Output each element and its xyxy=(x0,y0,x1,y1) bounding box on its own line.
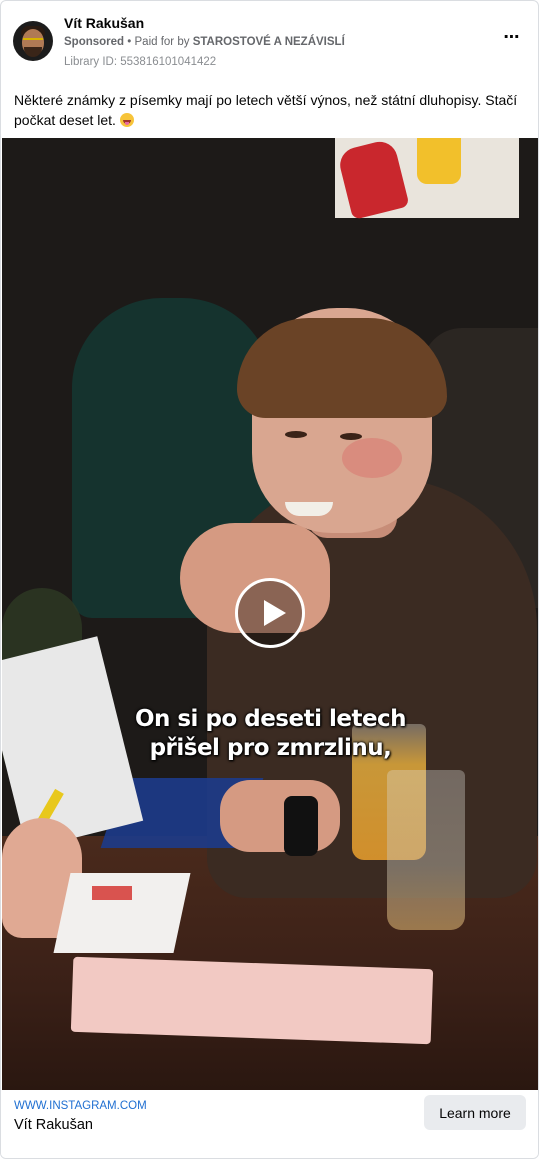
more-options-icon[interactable]: ⋯ xyxy=(498,30,526,51)
play-icon xyxy=(264,600,286,626)
menu-card-header xyxy=(92,886,132,900)
subtitle-line-2: přišel pro zmrzlinu, xyxy=(149,735,392,761)
person-eye-right xyxy=(340,433,362,440)
page-name[interactable]: Vít Rakušan xyxy=(64,15,144,31)
library-id: Library ID: 553816101041422 xyxy=(64,56,217,68)
ad-card: Vít Rakušan Sponsored • Paid for by STAR… xyxy=(0,0,539,1159)
person-hair xyxy=(237,318,447,418)
meta-separator: • xyxy=(127,36,132,48)
post-body-text: Některé známky z písemky mají po letech … xyxy=(14,92,518,128)
link-title[interactable]: Vít Rakušan xyxy=(14,1117,93,1133)
poster-drink xyxy=(417,138,461,184)
avatar[interactable] xyxy=(13,21,53,61)
link-footer[interactable]: WWW.INSTAGRAM.COM Vít Rakušan Learn more xyxy=(1,1090,538,1158)
link-domain[interactable]: WWW.INSTAGRAM.COM xyxy=(14,1100,147,1112)
grinning-face-with-tongue-icon xyxy=(119,113,134,127)
sponsored-label: Sponsored xyxy=(64,36,125,48)
wrist-watch xyxy=(284,796,318,856)
avatar-glasses xyxy=(23,38,43,45)
advertiser-name: STAROSTOVÉ A NEZÁVISLÍ xyxy=(192,36,345,48)
empty-glass xyxy=(387,770,465,930)
paid-for-by-label: Paid for by xyxy=(134,36,190,48)
menu-card xyxy=(53,873,191,953)
subtitle-line-1: On si po deseti letech xyxy=(134,706,407,732)
person-eye-left xyxy=(285,431,307,438)
video-player[interactable]: On si po deseti letech přišel pro zmrzli… xyxy=(2,138,538,1090)
video-subtitle: On si po deseti letech přišel pro zmrzli… xyxy=(2,705,538,763)
post-meta: Sponsored • Paid for by STAROSTOVÉ A NEZ… xyxy=(64,36,345,48)
learn-more-button[interactable]: Learn more xyxy=(424,1095,526,1130)
pink-paper xyxy=(70,956,434,1045)
play-button[interactable] xyxy=(235,578,305,648)
avatar-beard xyxy=(24,47,42,57)
post-body: Některé známky z písemky mají po letech … xyxy=(14,90,526,130)
post-header: Vít Rakušan Sponsored • Paid for by STAR… xyxy=(13,13,526,73)
person-smile xyxy=(285,502,333,516)
person-cheek xyxy=(342,438,402,478)
person-arm xyxy=(220,780,340,852)
